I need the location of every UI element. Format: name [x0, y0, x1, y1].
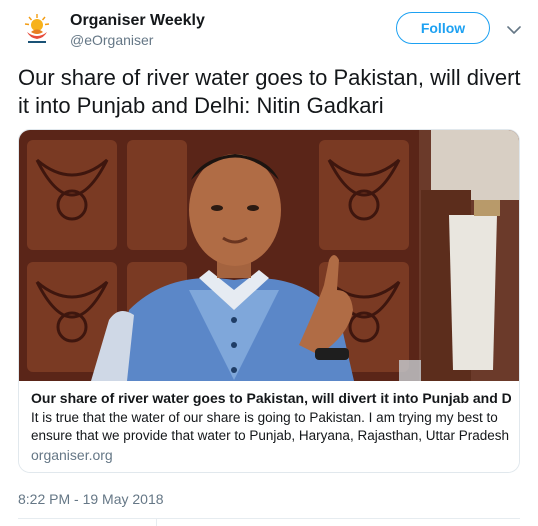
follow-button[interactable]: Follow: [396, 12, 490, 44]
user-handle[interactable]: @eOrganiser: [70, 32, 153, 48]
divider: [18, 518, 520, 519]
avatar[interactable]: [18, 10, 56, 48]
link-card[interactable]: Our share of river water goes to Pakista…: [18, 129, 520, 473]
card-description: It is true that the water of our share i…: [31, 409, 511, 445]
card-body[interactable]: Our share of river water goes to Pakista…: [19, 381, 519, 472]
card-domain[interactable]: organiser.org: [31, 447, 113, 463]
organiser-logo-icon: [18, 10, 56, 48]
display-name[interactable]: Organiser Weekly: [70, 12, 205, 30]
divider: [156, 518, 157, 526]
chevron-down-icon[interactable]: [504, 20, 524, 40]
card-description-line-1: It is true that the water of our share i…: [31, 410, 498, 425]
card-title[interactable]: Our share of river water goes to Pakista…: [31, 389, 511, 407]
card-image[interactable]: [19, 130, 519, 381]
card-description-line-2: ensure that we provide that water to Pun…: [31, 428, 511, 443]
tweet-container: Organiser Weekly @eOrganiser Follow Our …: [0, 0, 538, 526]
tweet-timestamp[interactable]: 8:22 PM - 19 May 2018: [18, 491, 164, 507]
tweet-text: Our share of river water goes to Pakista…: [18, 65, 521, 118]
